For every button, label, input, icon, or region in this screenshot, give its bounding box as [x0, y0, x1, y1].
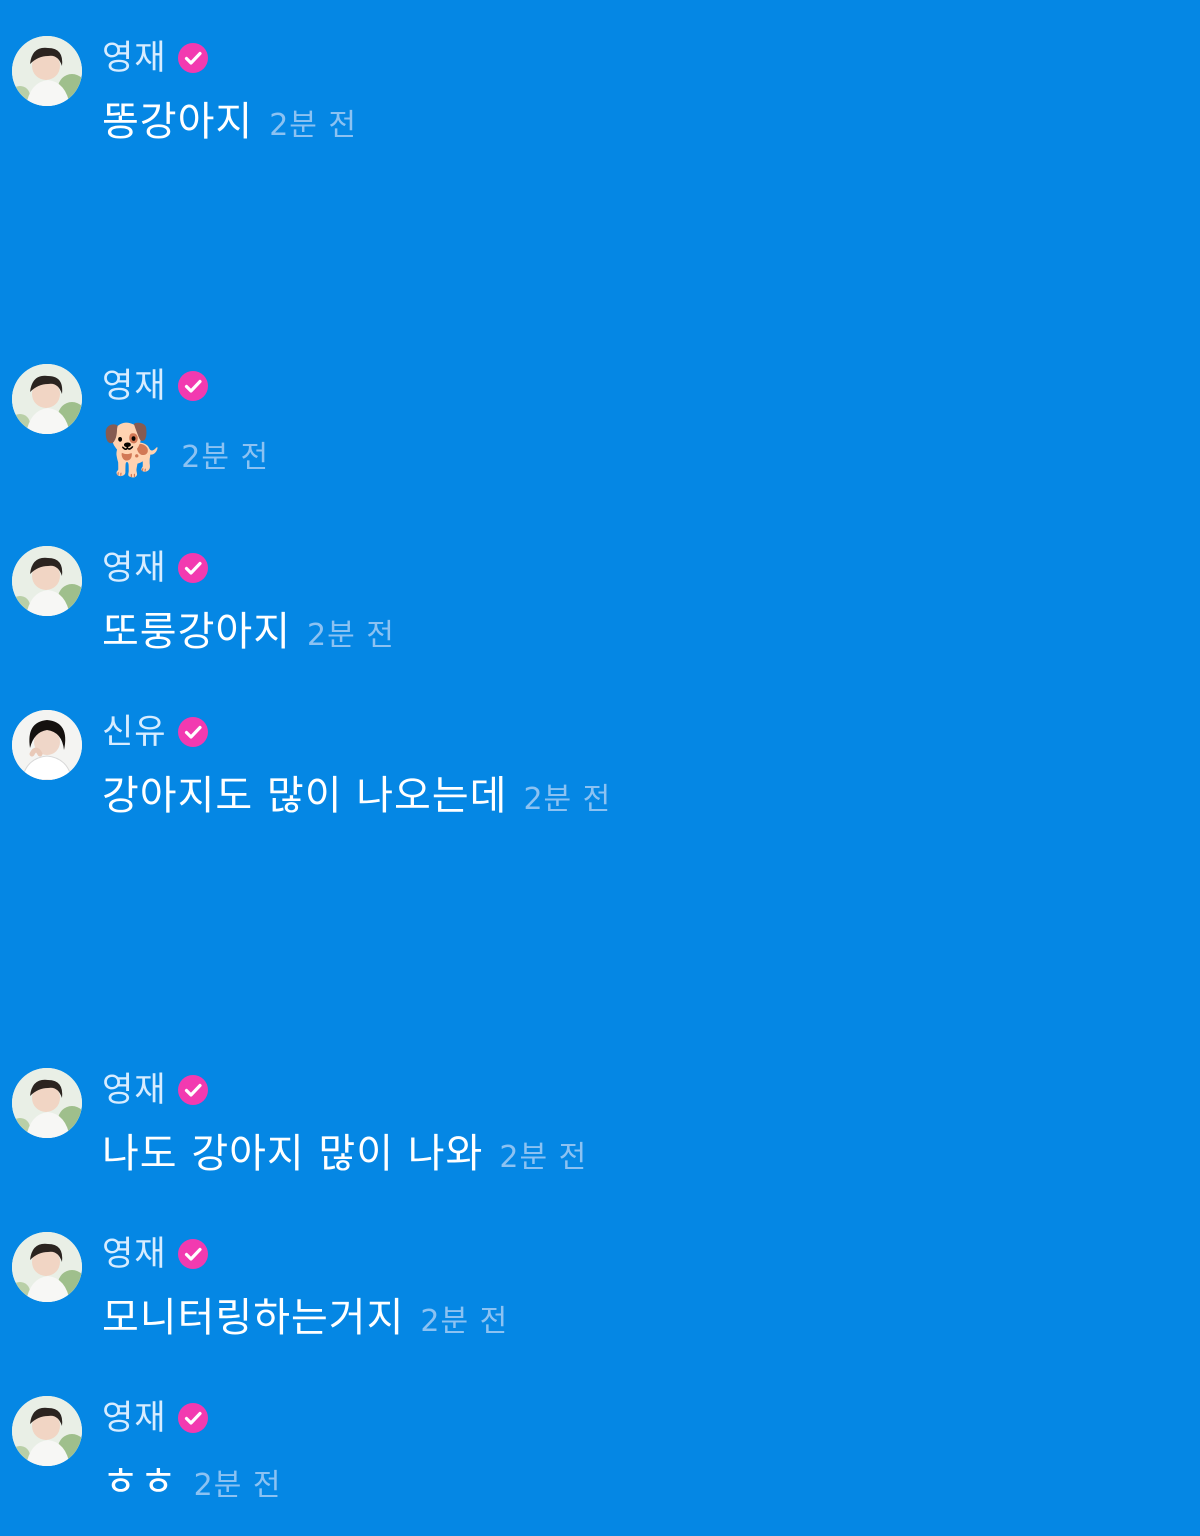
username[interactable]: 신유	[102, 710, 167, 754]
comment-timestamp: 2분 전	[420, 1304, 509, 1339]
verified-badge-icon	[177, 42, 209, 74]
comment-timestamp: 2분 전	[523, 782, 612, 817]
comment-text: ㅎㅎ	[102, 1459, 178, 1505]
comment-text: 똥강아지	[102, 99, 254, 145]
comment-text: 또룽강아지	[102, 609, 291, 655]
comment-text: 모니터링하는거지	[102, 1295, 405, 1341]
verified-badge-icon	[177, 1238, 209, 1270]
youngjae-avatar[interactable]	[12, 36, 82, 106]
comment-item: 영재 모니터링하는거지 2분 전	[12, 1232, 1182, 1352]
verified-badge-icon	[177, 370, 209, 402]
username[interactable]: 영재	[102, 1068, 167, 1112]
comment-item: 신유 강아지도 많이 나오는데 2분 전	[12, 710, 1182, 830]
verified-badge-icon	[177, 716, 209, 748]
comment-timestamp: 2분 전	[307, 618, 395, 653]
comment-text: 강아지도 많이 나오는데	[102, 773, 508, 819]
youngjae-avatar[interactable]	[12, 546, 82, 616]
verified-badge-icon	[177, 1402, 209, 1434]
youngjae-avatar[interactable]	[12, 1396, 82, 1466]
comment-timestamp: 2분 전	[499, 1140, 588, 1175]
username[interactable]: 영재	[102, 546, 167, 590]
dog-emoji: 🐕	[102, 421, 166, 479]
comment-timestamp: 2분 전	[193, 1468, 282, 1503]
comment-item: 영재 또룽강아지 2분 전	[12, 546, 1182, 666]
comment-timestamp: 2분 전	[181, 440, 270, 475]
username[interactable]: 영재	[102, 1232, 167, 1276]
youngjae-avatar[interactable]	[12, 1068, 82, 1138]
youngjae-avatar[interactable]	[12, 364, 82, 434]
verified-badge-icon	[177, 1074, 209, 1106]
comment-item: 영재 나도 강아지 많이 나와 2분 전	[12, 1068, 1182, 1188]
comment-timestamp: 2분 전	[269, 108, 358, 143]
comment-item: 영재 ㅎㅎ 2분 전	[12, 1396, 1182, 1516]
comment-item: 영재 🐕 2분 전	[12, 364, 1182, 484]
comment-text: 나도 강아지 많이 나와	[102, 1131, 484, 1177]
youngjae-avatar[interactable]	[12, 1232, 82, 1302]
comment-item: 영재 똥강아지 2분 전	[12, 36, 1182, 156]
verified-badge-icon	[177, 552, 209, 584]
username[interactable]: 영재	[102, 36, 167, 80]
shinyu-avatar[interactable]	[12, 710, 82, 780]
username[interactable]: 영재	[102, 1396, 167, 1440]
username[interactable]: 영재	[102, 364, 167, 408]
